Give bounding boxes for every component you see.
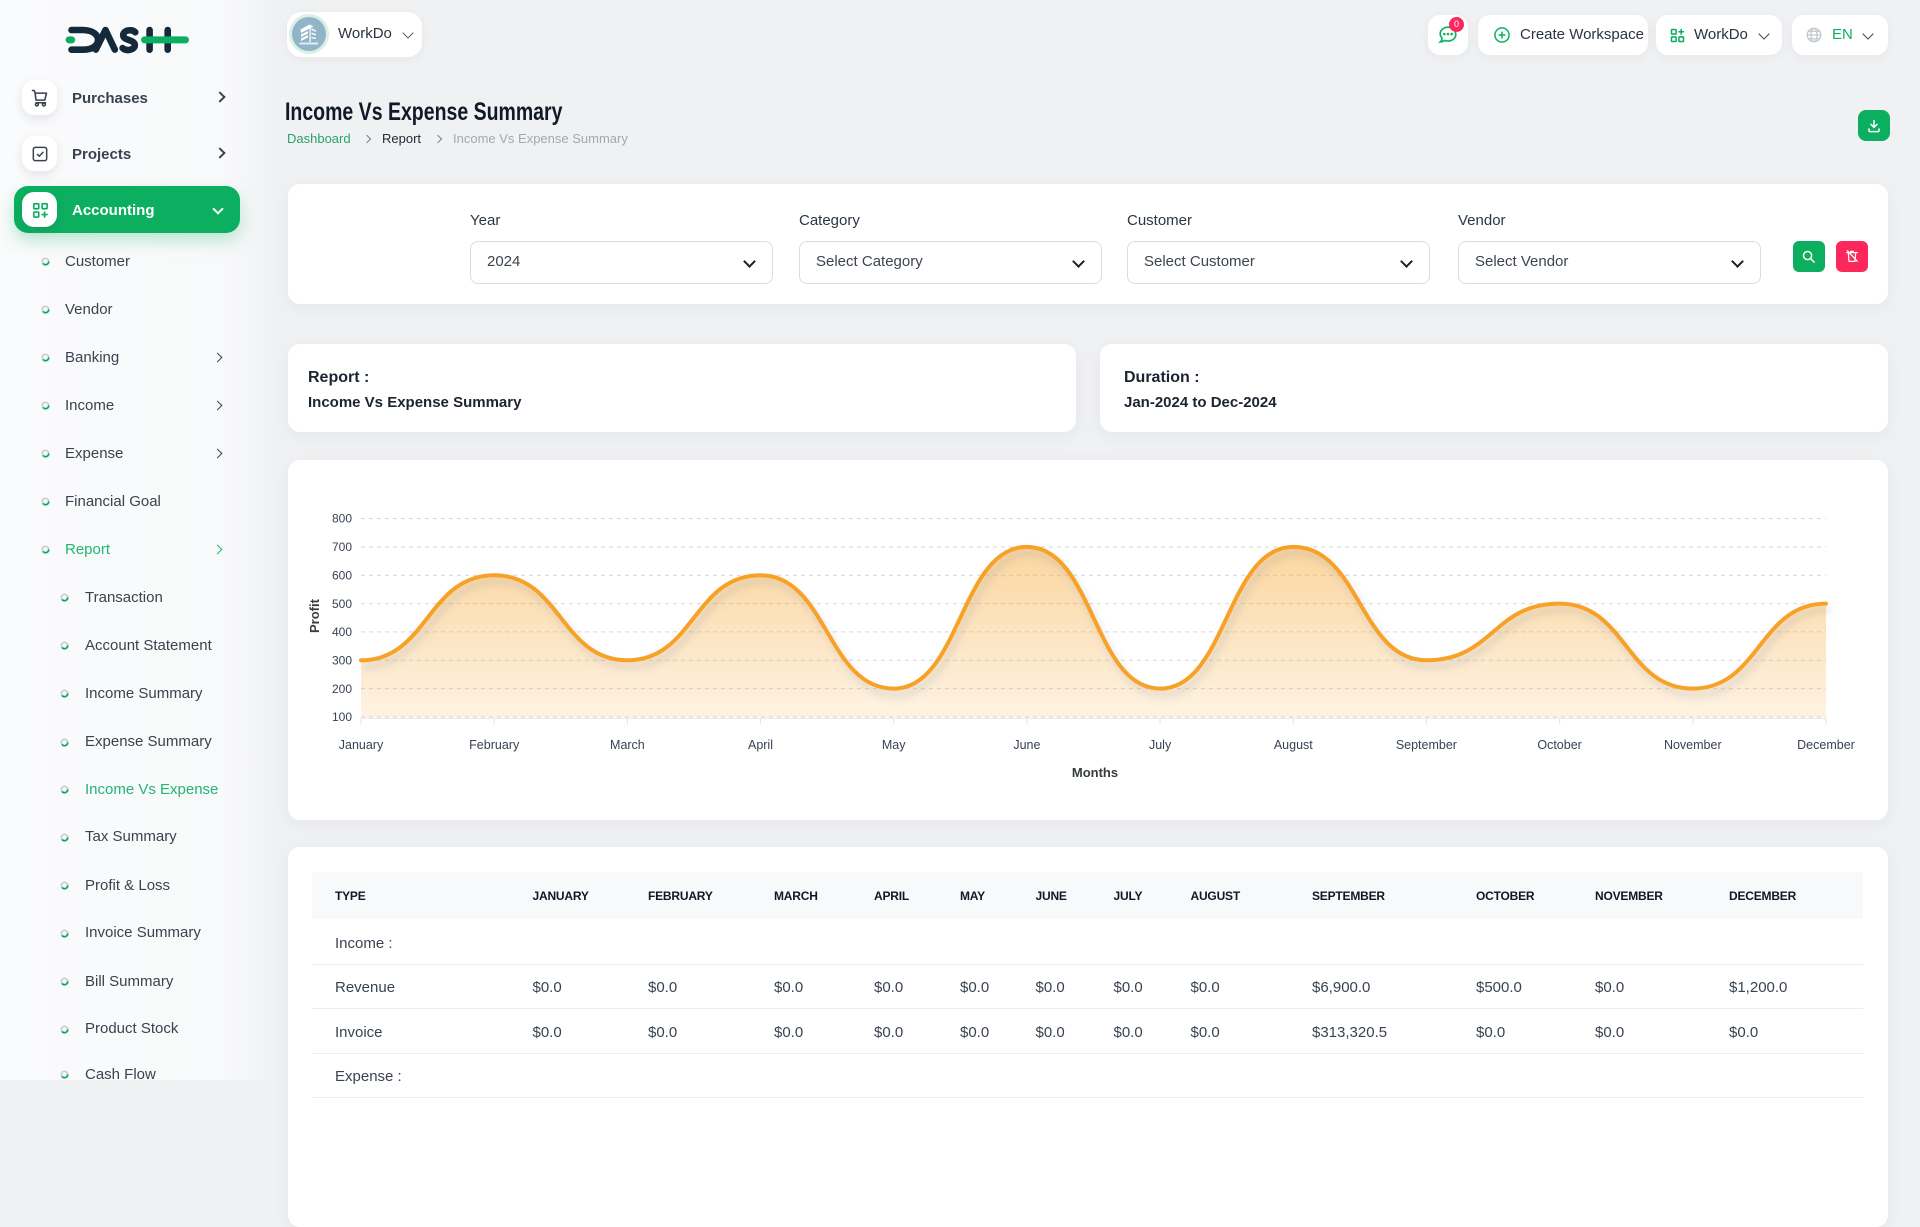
svg-text:September: September bbox=[1396, 738, 1457, 752]
svg-text:July: July bbox=[1149, 738, 1172, 752]
svg-text:June: June bbox=[1013, 738, 1040, 752]
svg-text:Profit: Profit bbox=[307, 598, 322, 633]
svg-text:300: 300 bbox=[332, 654, 352, 668]
svg-text:February: February bbox=[469, 738, 520, 752]
svg-text:November: November bbox=[1664, 738, 1722, 752]
svg-text:700: 700 bbox=[332, 540, 352, 554]
svg-text:500: 500 bbox=[332, 597, 352, 611]
svg-text:400: 400 bbox=[332, 625, 352, 639]
svg-text:August: August bbox=[1274, 738, 1313, 752]
svg-text:100: 100 bbox=[332, 710, 352, 724]
svg-text:March: March bbox=[610, 738, 645, 752]
svg-text:May: May bbox=[882, 738, 906, 752]
svg-text:800: 800 bbox=[332, 512, 352, 526]
svg-text:October: October bbox=[1537, 738, 1581, 752]
svg-text:200: 200 bbox=[332, 682, 352, 696]
svg-text:January: January bbox=[339, 738, 384, 752]
svg-text:April: April bbox=[748, 738, 773, 752]
svg-text:600: 600 bbox=[332, 568, 352, 582]
svg-text:Months: Months bbox=[1072, 765, 1118, 780]
svg-text:December: December bbox=[1797, 738, 1855, 752]
